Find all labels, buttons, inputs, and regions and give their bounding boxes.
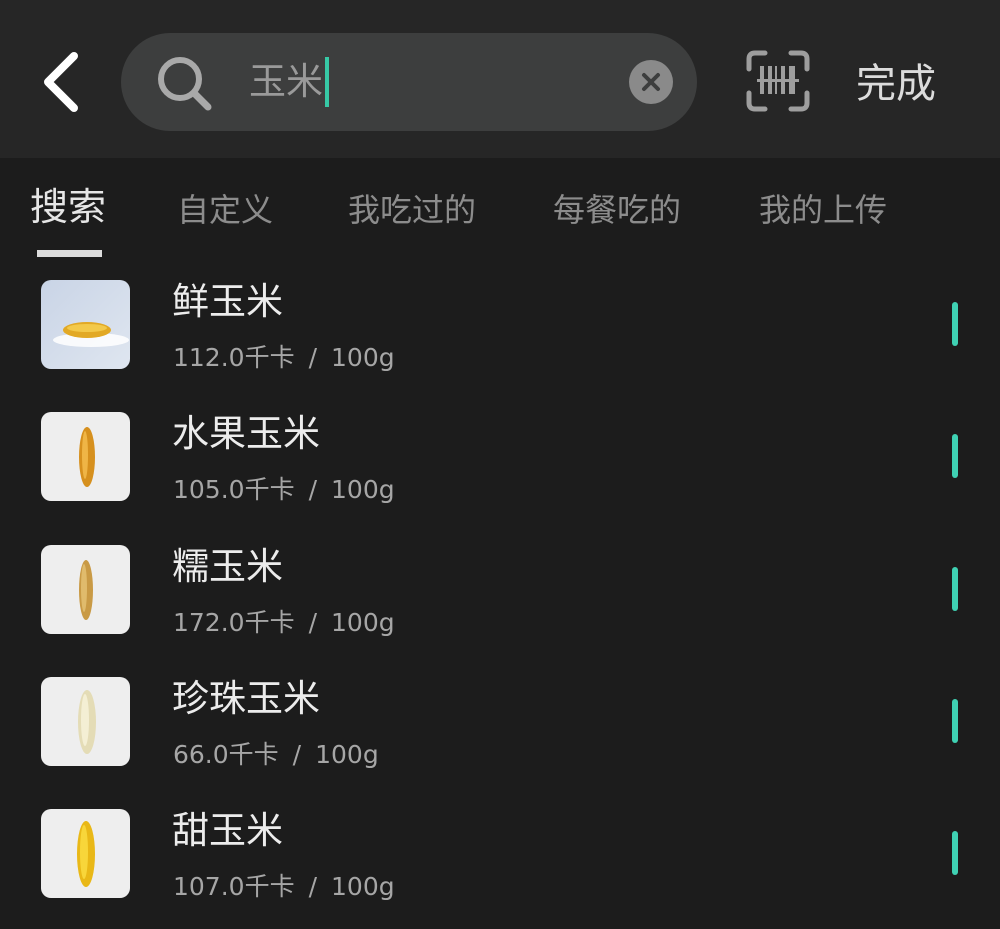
active-tab-indicator xyxy=(37,250,102,257)
calorie-value: 105.0千卡 xyxy=(173,475,295,504)
search-icon xyxy=(158,57,212,111)
chevron-left-icon xyxy=(44,52,78,112)
calorie-value: 172.0千卡 xyxy=(173,608,295,637)
serving-unit: 100g xyxy=(331,475,395,504)
calorie-value: 66.0千卡 xyxy=(173,740,279,769)
corn-image xyxy=(79,560,93,620)
tab-custom[interactable]: 自定义 xyxy=(177,188,273,232)
clear-icon xyxy=(642,73,660,91)
list-item[interactable]: 鲜玉米 112.0千卡 / 100g xyxy=(0,268,1000,400)
done-button[interactable]: 完成 xyxy=(856,56,936,112)
food-name: 鲜玉米 xyxy=(172,280,283,323)
tab-my-uploads[interactable]: 我的上传 xyxy=(759,188,887,232)
food-name: 珍珠玉米 xyxy=(172,677,320,720)
corn-image xyxy=(77,821,95,887)
add-food-marker[interactable] xyxy=(952,434,958,478)
food-thumbnail xyxy=(41,280,130,369)
corn-image xyxy=(53,322,129,347)
food-thumbnail xyxy=(41,809,130,898)
list-item[interactable]: 甜玉米 107.0千卡 / 100g xyxy=(0,797,1000,929)
add-food-marker[interactable] xyxy=(952,302,958,346)
food-name: 甜玉米 xyxy=(172,809,283,852)
list-item[interactable]: 水果玉米 105.0千卡 / 100g xyxy=(0,400,1000,532)
list-item[interactable]: 糯玉米 172.0千卡 / 100g xyxy=(0,533,1000,665)
search-box[interactable]: 玉米 xyxy=(121,33,697,131)
food-calories: 105.0千卡 / 100g xyxy=(173,472,395,508)
add-food-marker[interactable] xyxy=(952,699,958,743)
food-calories: 66.0千卡 / 100g xyxy=(173,737,379,773)
add-food-marker[interactable] xyxy=(952,831,958,875)
food-calories: 112.0千卡 / 100g xyxy=(173,340,395,376)
back-button[interactable] xyxy=(38,50,88,114)
calorie-value: 112.0千卡 xyxy=(173,343,295,372)
top-bar: 玉米 完成 xyxy=(0,0,1000,158)
add-food-marker[interactable] xyxy=(952,567,958,611)
food-calories: 107.0千卡 / 100g xyxy=(173,869,395,905)
calorie-separator: / xyxy=(308,872,318,901)
tab-search[interactable]: 搜索 xyxy=(30,185,106,229)
calorie-separator: / xyxy=(308,475,318,504)
barcode-scan-icon xyxy=(746,50,810,112)
calorie-separator: / xyxy=(308,608,318,637)
calorie-separator: / xyxy=(308,343,318,372)
food-thumbnail xyxy=(41,545,130,634)
clear-search-button[interactable] xyxy=(629,60,673,104)
food-thumbnail xyxy=(41,677,130,766)
food-thumbnail xyxy=(41,412,130,501)
search-input-value: 玉米 xyxy=(249,60,323,103)
serving-unit: 100g xyxy=(331,343,395,372)
food-calories: 172.0千卡 / 100g xyxy=(173,605,395,641)
tab-every-meal[interactable]: 每餐吃的 xyxy=(553,188,681,232)
list-item[interactable]: 珍珠玉米 66.0千卡 / 100g xyxy=(0,665,1000,797)
calorie-value: 107.0千卡 xyxy=(173,872,295,901)
food-name: 水果玉米 xyxy=(172,412,320,455)
serving-unit: 100g xyxy=(331,608,395,637)
serving-unit: 100g xyxy=(331,872,395,901)
serving-unit: 100g xyxy=(315,740,379,769)
tab-bar: 搜索 自定义 我吃过的 每餐吃的 我的上传 xyxy=(0,158,1000,268)
calorie-separator: / xyxy=(292,740,302,769)
tab-eaten[interactable]: 我吃过的 xyxy=(348,188,476,232)
food-name: 糯玉米 xyxy=(172,545,283,588)
search-input[interactable]: 玉米 xyxy=(249,57,329,107)
barcode-scan-button[interactable] xyxy=(745,49,811,113)
corn-image xyxy=(78,690,96,754)
text-caret xyxy=(325,57,329,107)
corn-image xyxy=(79,427,95,487)
